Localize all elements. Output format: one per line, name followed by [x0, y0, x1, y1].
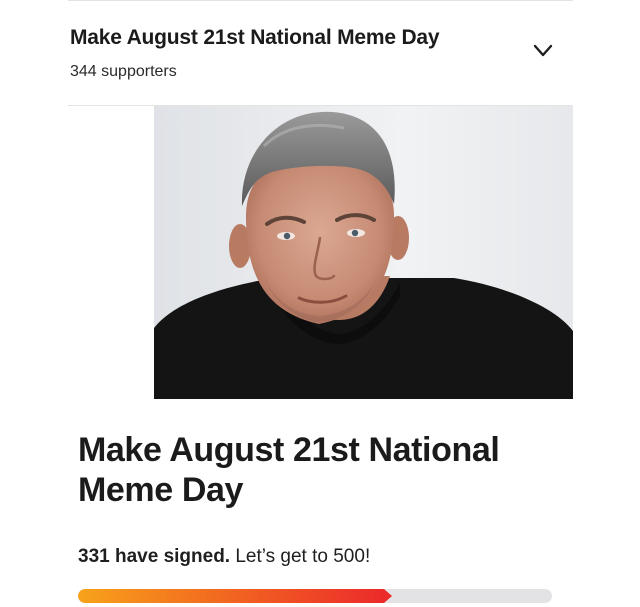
- petition-title: Make August 21st National Meme Day: [78, 431, 500, 509]
- supporters-count: 344 supporters: [70, 63, 177, 80]
- petition-header[interactable]: Make August 21st National Meme Day 344 s…: [68, 0, 573, 106]
- chevron-down-icon[interactable]: [531, 38, 555, 62]
- signed-count: 331 have signed.: [78, 546, 231, 567]
- progress-tip-arrow: [384, 589, 392, 603]
- signature-status: 331 have signed. Let’s get to 500!: [78, 546, 370, 568]
- petition-photo: [154, 106, 573, 399]
- signature-goal: Let’s get to 500!: [230, 546, 371, 567]
- header-title: Make August 21st National Meme Day: [70, 26, 440, 49]
- signature-progress-bar: [78, 589, 552, 603]
- progress-fill: [78, 589, 384, 603]
